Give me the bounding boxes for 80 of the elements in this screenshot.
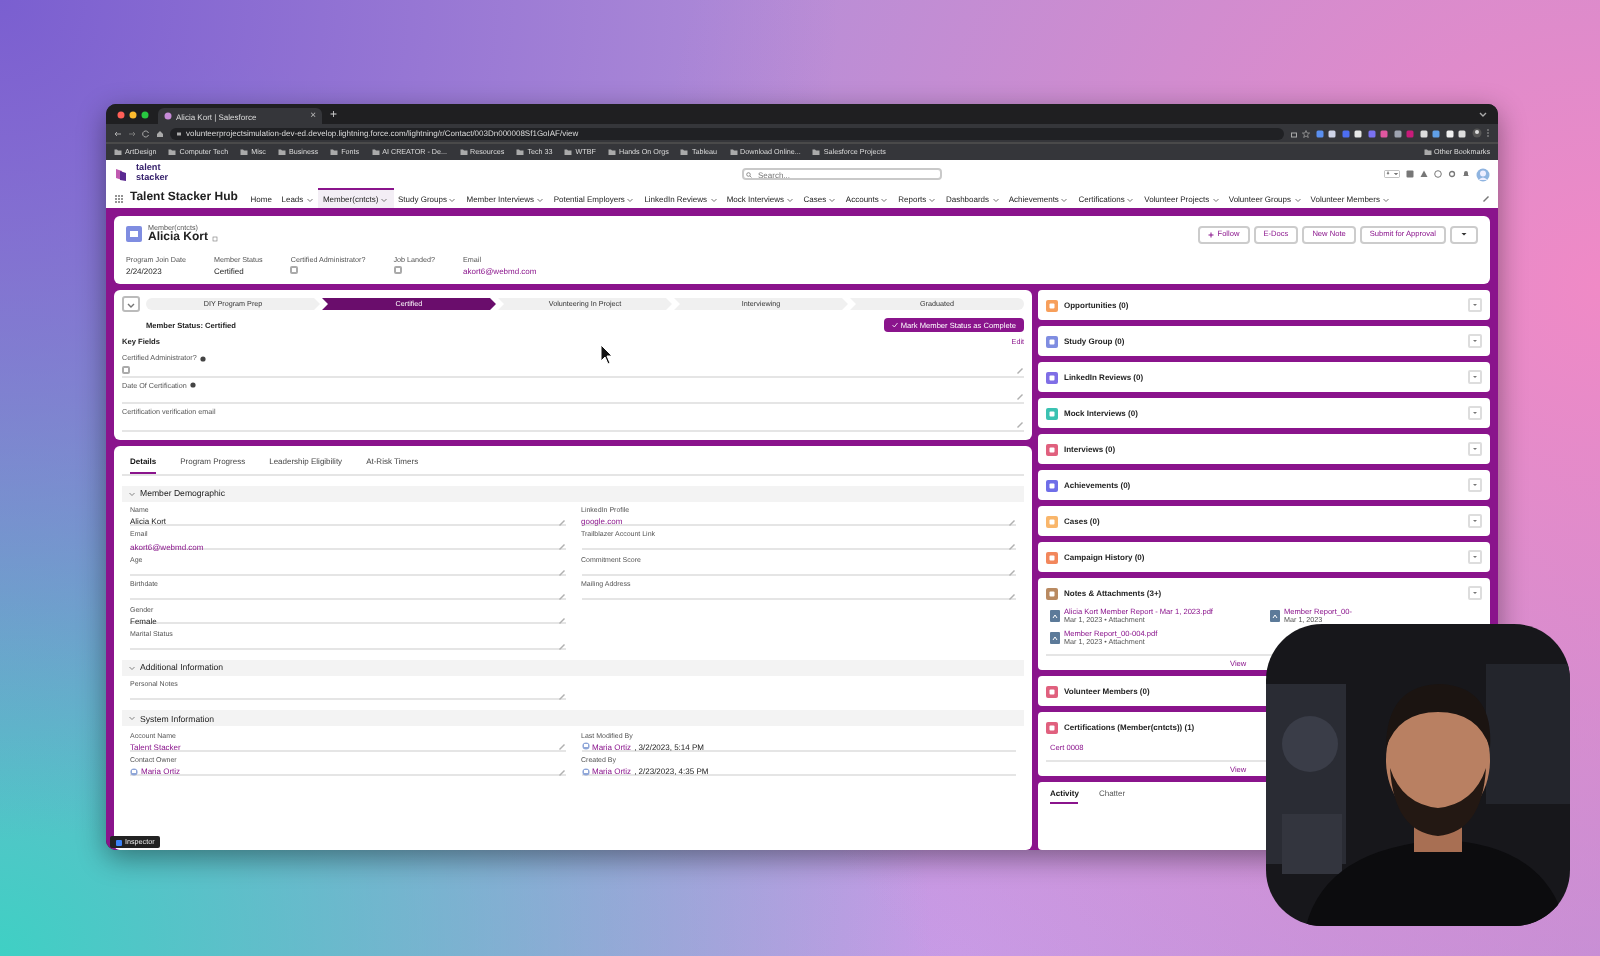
folder-icon (516, 148, 525, 156)
folder-icon (680, 148, 689, 156)
folder-icon (371, 148, 380, 156)
pencil-icon[interactable] (1016, 419, 1024, 427)
trailhead-icon[interactable] (1420, 170, 1428, 178)
folder-icon (240, 148, 249, 156)
more-actions-button[interactable] (1450, 225, 1478, 243)
checkbox[interactable] (122, 365, 130, 373)
settings-icon[interactable] (1448, 170, 1456, 178)
pencil-icon[interactable] (557, 616, 565, 625)
pencil-icon[interactable] (1008, 591, 1016, 600)
pencil-icon[interactable] (557, 641, 565, 650)
help-icon[interactable] (1434, 170, 1442, 178)
file-icon (1270, 610, 1280, 622)
lock-icon (176, 130, 182, 136)
caret-icon (1460, 230, 1468, 238)
folder-icon (277, 148, 286, 156)
forward-icon[interactable] (128, 129, 136, 137)
menu-button[interactable] (1468, 442, 1482, 456)
user-icon (581, 742, 589, 751)
reload-icon[interactable] (142, 129, 150, 137)
menu-button[interactable] (1468, 514, 1482, 528)
folder-icon (607, 148, 616, 156)
pencil-icon[interactable] (1008, 567, 1016, 576)
pencil-icon[interactable] (1008, 517, 1016, 526)
record-icon (126, 226, 142, 242)
menu-button[interactable] (1468, 550, 1482, 564)
pencil-icon[interactable] (557, 767, 565, 776)
chevron-down-icon (128, 489, 136, 497)
file-icon (1050, 632, 1060, 644)
toggle-button[interactable] (122, 296, 140, 312)
check-icon (891, 322, 898, 328)
folder-icon (330, 148, 339, 156)
caret-icon[interactable] (1478, 110, 1488, 120)
plus-icon (1208, 231, 1215, 237)
pencil-icon[interactable] (557, 567, 565, 576)
folder-icon (168, 148, 177, 156)
pencil-icon[interactable] (557, 542, 565, 551)
user-icon (581, 767, 589, 776)
folder-icon (729, 148, 738, 156)
home-icon[interactable] (156, 129, 164, 137)
checkbox[interactable] (290, 266, 299, 274)
folder-icon (812, 148, 821, 156)
pencil-icon[interactable] (1008, 542, 1016, 551)
menu-button[interactable] (1468, 406, 1482, 420)
menu-button[interactable] (1468, 586, 1482, 600)
pencil-icon[interactable] (1016, 392, 1024, 400)
menu-button[interactable] (1468, 334, 1482, 348)
folder-icon (459, 148, 467, 156)
pencil-icon[interactable] (557, 742, 565, 751)
info-icon[interactable] (199, 355, 206, 361)
inspector-icon (116, 839, 122, 845)
caret-icon (126, 299, 136, 309)
pencil-icon[interactable] (1016, 365, 1024, 373)
menu-button[interactable] (1468, 370, 1482, 384)
menu-button[interactable] (1468, 478, 1482, 492)
pencil-icon[interactable] (557, 517, 565, 526)
favicon-icon (164, 112, 172, 120)
pencil-icon[interactable] (1482, 194, 1490, 202)
menu-button[interactable] (1468, 298, 1482, 312)
add-icon[interactable] (1406, 170, 1414, 178)
user-icon (130, 767, 138, 776)
star-icon[interactable] (1302, 129, 1310, 137)
info-icon[interactable] (189, 382, 196, 388)
checkbox[interactable] (393, 266, 402, 274)
share-icon[interactable] (1289, 129, 1297, 137)
window-controls-icon[interactable] (116, 110, 150, 120)
bell-icon[interactable] (1462, 170, 1470, 178)
pencil-icon[interactable] (557, 692, 565, 701)
cursor-icon (600, 344, 614, 366)
folder-icon (114, 148, 122, 156)
favorites-icon[interactable] (1384, 170, 1400, 178)
file-icon (1050, 610, 1060, 622)
avatar-icon[interactable] (1471, 128, 1481, 138)
hierarchy-icon[interactable] (212, 235, 219, 241)
pencil-icon[interactable] (557, 591, 565, 600)
folder-icon (1423, 148, 1432, 156)
logo-icon (114, 167, 128, 181)
folder-icon (564, 148, 573, 156)
back-icon[interactable] (114, 129, 122, 137)
